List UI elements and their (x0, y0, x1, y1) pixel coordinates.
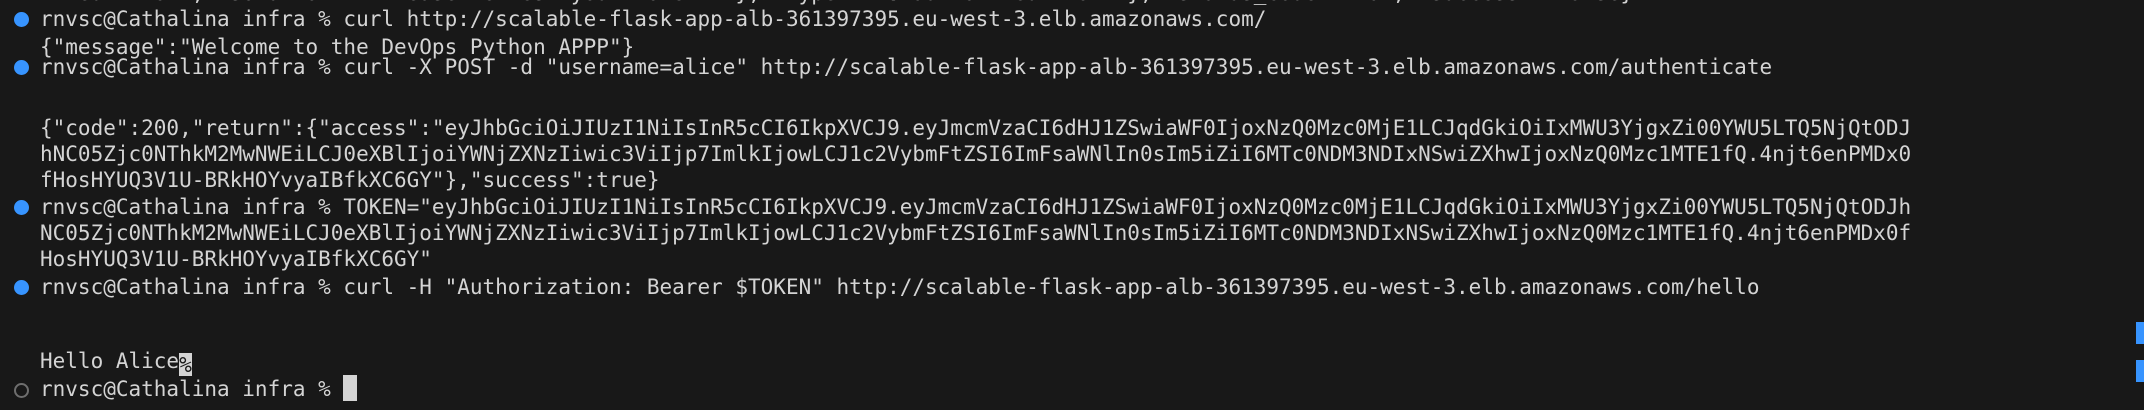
output-line: fHosHYUQ3V1U-BRkHOYvyaIBfkXC6GY"},"succe… (40, 168, 660, 192)
command-success-dot-icon[interactable] (14, 12, 29, 27)
text-cursor (343, 375, 358, 401)
command-line: rnvsc@Cathalina infra % curl http://scal… (40, 7, 1267, 31)
terminal-panel[interactable]: fized Error", "solution": "Please refres… (0, 0, 2144, 410)
command-success-dot-icon[interactable] (14, 280, 29, 295)
pending-command-dot-icon[interactable] (14, 383, 29, 398)
output-line: HosHYUQ3V1U-BRkHOYvyaIBfkXC6GY" (40, 247, 432, 271)
command-line: rnvsc@Cathalina infra % curl -H "Authori… (40, 275, 1760, 299)
scrollbar-marker[interactable] (2136, 360, 2144, 382)
end-of-line-marker: % (179, 353, 193, 376)
output-line: Hello Alice% (40, 346, 2120, 376)
active-prompt-line[interactable]: rnvsc@Cathalina infra % (40, 374, 2120, 404)
scrollbar-marker[interactable] (2136, 322, 2144, 344)
command-line: rnvsc@Cathalina infra % curl -X POST -d … (40, 55, 1773, 79)
command-success-dot-icon[interactable] (14, 60, 29, 75)
command-success-dot-icon[interactable] (14, 200, 29, 215)
prompt-text: rnvsc@Cathalina infra % (40, 377, 344, 401)
output-text: Hello Alice (40, 349, 180, 373)
